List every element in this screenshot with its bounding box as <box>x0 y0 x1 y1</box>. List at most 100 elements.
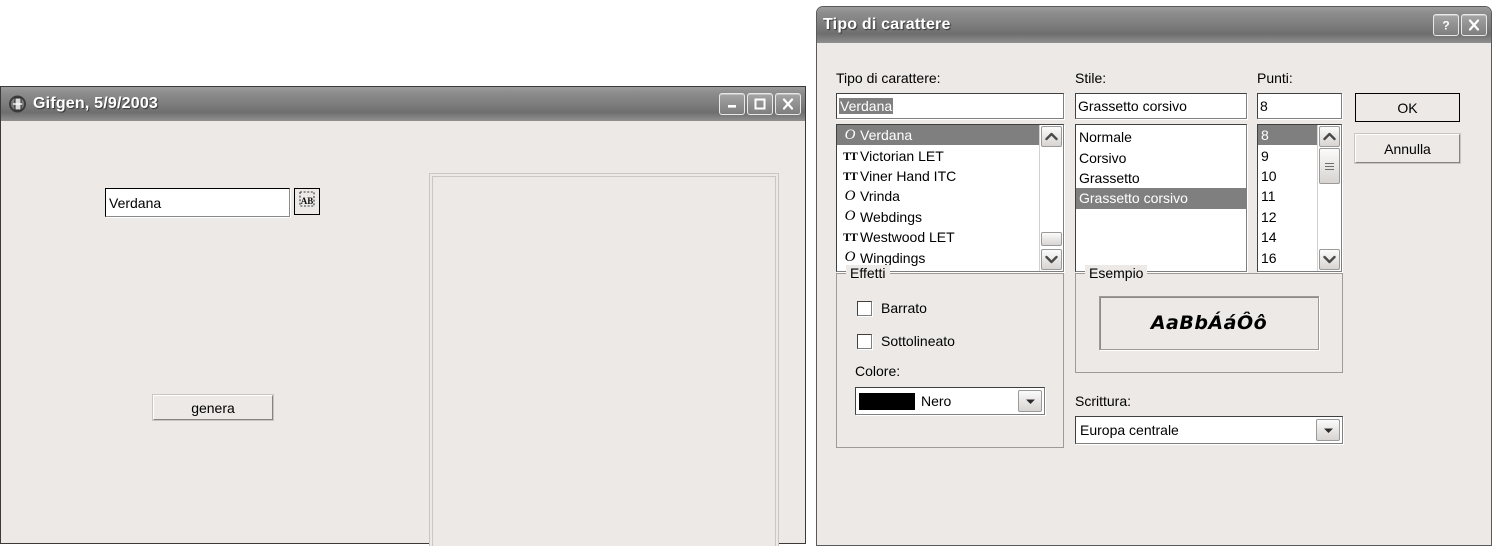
font-name-input[interactable]: Verdana <box>105 188 290 217</box>
list-item[interactable]: 11 <box>1258 186 1317 206</box>
list-item[interactable]: Grassetto <box>1076 168 1246 188</box>
font-list-scrollbar[interactable] <box>1039 125 1063 271</box>
size-listbox[interactable]: 8 9 10 11 12 14 16 <box>1257 124 1342 272</box>
color-combo-value: Nero <box>921 393 952 409</box>
list-item-label: Westwood LET <box>860 229 955 246</box>
truetype-icon: TT <box>842 168 858 183</box>
strikeout-checkbox[interactable] <box>857 300 872 316</box>
strikeout-label: Barrato <box>881 300 927 316</box>
style-field-value: Grassetto corsivo <box>1078 98 1187 114</box>
list-item[interactable]: 12 <box>1258 207 1317 227</box>
size-list-scrollbar[interactable] <box>1317 125 1341 271</box>
main-window-title: Gifgen, 5/9/2003 <box>33 95 159 112</box>
list-item[interactable]: 14 <box>1258 227 1317 247</box>
scroll-down-icon[interactable] <box>1041 249 1062 270</box>
underline-label: Sottolineato <box>881 333 955 349</box>
help-icon[interactable]: ? <box>1433 14 1459 36</box>
list-item[interactable]: 10 <box>1258 166 1317 186</box>
list-item-label: 12 <box>1261 208 1277 225</box>
list-item[interactable]: Corsivo <box>1076 147 1246 167</box>
sample-box: AaBbÁáÔô <box>1099 296 1319 350</box>
desktop: Gifgen, 5/9/2003 Verdana AB genera Tipo … <box>0 0 1492 546</box>
font-listbox[interactable]: O Verdana TT Victorian LET TT Viner Hand ITC O… <box>836 124 1064 272</box>
genera-button[interactable]: genera <box>152 394 274 421</box>
truetype-icon: TT <box>842 148 858 163</box>
chevron-down-icon[interactable] <box>1018 390 1042 412</box>
style-listbox[interactable]: Normale Corsivo Grassetto Grassetto corsivo <box>1075 124 1247 272</box>
font-list-scroll-thumb[interactable] <box>1041 232 1062 246</box>
size-field-value: 8 <box>1260 98 1268 114</box>
main-window-titlebar[interactable]: Gifgen, 5/9/2003 <box>1 87 805 121</box>
list-item-label: Verdana <box>860 127 913 144</box>
font-picker-icon: AB <box>298 190 316 213</box>
list-item[interactable]: O Vrinda <box>837 186 1039 206</box>
font-dialog-client: Tipo di carattere: Stile: Punti: Verdana… <box>817 43 1491 545</box>
underline-checkbox-row[interactable]: Sottolineato <box>857 333 955 349</box>
color-label: Colore: <box>855 363 901 379</box>
list-item-label: Corsivo <box>1079 149 1127 166</box>
list-item-label: Wingdings <box>860 249 926 266</box>
font-picker-button[interactable]: AB <box>294 188 320 215</box>
preview-panel-inner <box>432 176 776 546</box>
main-window: Gifgen, 5/9/2003 Verdana AB genera <box>0 86 806 546</box>
font-app-icon <box>7 94 27 114</box>
opentype-icon: O <box>844 187 856 204</box>
font-list-items[interactable]: O Verdana TT Victorian LET TT Viner Hand ITC O… <box>837 125 1039 271</box>
size-label: Punti: <box>1257 70 1293 86</box>
size-list-scroll-thumb[interactable] <box>1319 148 1340 184</box>
list-item-label: 11 <box>1261 188 1276 205</box>
font-dialog: Tipo di carattere ? Tipo di carattere: S… <box>816 6 1492 546</box>
close-icon[interactable] <box>1461 14 1487 36</box>
list-item[interactable]: O Webdings <box>837 207 1039 227</box>
list-item[interactable]: TT Viner Hand ITC <box>837 166 1039 186</box>
list-item-label: Grassetto <box>1079 169 1140 186</box>
list-item-label: Vrinda <box>860 188 900 205</box>
sample-text: AaBbÁáÔô <box>1150 312 1268 334</box>
style-label: Stile: <box>1075 70 1107 86</box>
close-icon[interactable] <box>775 93 801 115</box>
color-swatch <box>859 392 915 410</box>
size-field[interactable]: 8 <box>1257 93 1342 119</box>
maximize-icon[interactable] <box>747 93 773 115</box>
opentype-icon: O <box>844 126 856 143</box>
list-item-label: 8 <box>1261 127 1269 144</box>
list-item[interactable]: Grassetto corsivo <box>1076 188 1246 209</box>
script-label: Scrittura: <box>1075 393 1132 409</box>
list-item[interactable]: 8 <box>1258 125 1317 146</box>
ok-button[interactable]: OK <box>1355 93 1460 122</box>
list-item-label: Grassetto corsivo <box>1079 190 1188 207</box>
svg-text:AB: AB <box>301 196 314 206</box>
script-combo[interactable]: Europa centrale <box>1075 416 1343 444</box>
minimize-icon[interactable] <box>719 93 745 115</box>
scroll-down-icon[interactable] <box>1319 249 1340 270</box>
list-item-label: 9 <box>1261 147 1269 164</box>
font-name-input-value: Verdana <box>109 194 162 211</box>
list-item[interactable]: TT Westwood LET <box>837 227 1039 247</box>
list-item[interactable]: O Verdana <box>837 125 1039 146</box>
size-list-items[interactable]: 8 9 10 11 12 14 16 <box>1258 125 1317 271</box>
font-name-field-value: Verdana <box>839 98 894 114</box>
opentype-icon: O <box>844 208 856 225</box>
strikeout-checkbox-row[interactable]: Barrato <box>857 300 927 316</box>
scroll-up-icon[interactable] <box>1319 126 1340 147</box>
scroll-up-icon[interactable] <box>1041 126 1062 147</box>
color-combo[interactable]: Nero <box>855 387 1045 415</box>
opentype-icon: O <box>844 249 856 266</box>
list-item[interactable]: 9 <box>1258 145 1317 165</box>
effects-group: Effetti Barrato Sottolineato Colore: Ner… <box>836 265 1064 448</box>
chevron-down-icon[interactable] <box>1316 419 1340 441</box>
font-dialog-titlebar[interactable]: Tipo di carattere ? <box>817 7 1491 43</box>
style-list-items[interactable]: Normale Corsivo Grassetto Grassetto corsivo <box>1076 125 1246 271</box>
svg-text:?: ? <box>1442 19 1449 33</box>
cancel-button[interactable]: Annulla <box>1354 133 1461 164</box>
style-field[interactable]: Grassetto corsivo <box>1075 93 1247 119</box>
list-item[interactable]: TT Victorian LET <box>837 145 1039 165</box>
underline-checkbox[interactable] <box>857 333 872 349</box>
main-window-client: Verdana AB genera <box>1 121 805 546</box>
genera-button-label: genera <box>191 399 235 416</box>
list-item[interactable]: Normale <box>1076 127 1246 147</box>
list-item-label: 14 <box>1261 229 1277 246</box>
font-name-field[interactable]: Verdana <box>836 93 1064 119</box>
list-item[interactable]: 16 <box>1258 247 1317 267</box>
list-item-label: Normale <box>1079 129 1132 146</box>
